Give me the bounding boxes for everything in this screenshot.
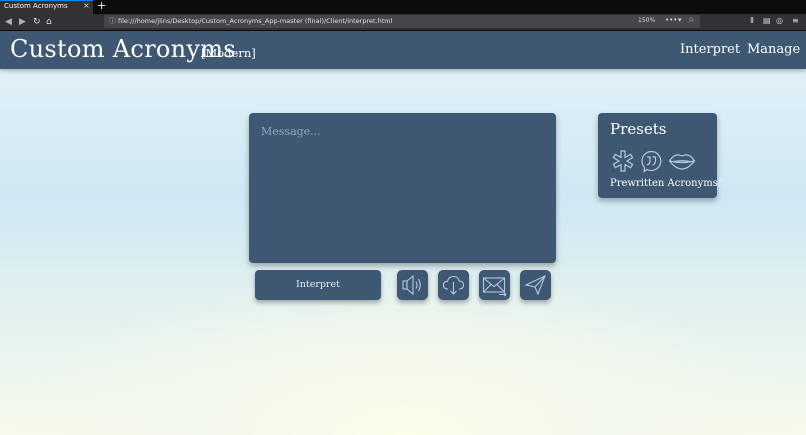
presets-caption: Prewritten Acronyms! [610,178,722,189]
sidebar-icon[interactable]: ▤ [763,16,771,25]
menu-icon[interactable]: ≡ [792,16,799,25]
new-tab-button[interactable]: + [97,0,106,12]
send-button[interactable] [520,270,551,300]
browser-navbar: ◀ ▶ ↻ ⌂ ⓘ file:///home/jlins/Desktop/Cus… [0,14,806,31]
url-bar[interactable]: ⓘ file:///home/jlins/Desktop/Custom_Acro… [104,15,700,28]
home-icon[interactable]: ⌂ [46,16,52,28]
forward-icon[interactable]: ▶ [19,16,26,28]
pocket-icon[interactable]: ▾ [678,16,682,24]
presets-title: Presets [610,120,667,138]
info-icon[interactable]: ⓘ [109,16,116,26]
speak-button[interactable] [397,270,428,300]
app-subtitle: [Modern] [201,46,256,60]
email-button[interactable] [479,270,510,300]
nav-manage[interactable]: Manage [747,42,800,57]
browser-tabstrip: Custom Acronyms × + [0,0,806,14]
overflow-icon[interactable]: ••• [665,16,677,24]
download-button[interactable] [438,270,469,300]
library-icon[interactable]: Ⅱ [750,16,754,25]
message-panel [249,113,556,263]
reload-icon[interactable]: ↻ [33,16,41,28]
bookmark-star-icon[interactable]: ☆ [688,16,694,24]
account-icon[interactable]: ◎ [776,16,783,25]
zoom-level[interactable]: 150% [638,17,655,24]
nav-interpret[interactable]: Interpret [680,42,740,57]
cloud-download-icon [442,275,465,295]
lips-icon[interactable] [668,149,696,173]
quote-bubble-icon[interactable] [639,149,663,173]
tab-close-icon[interactable]: × [83,1,90,10]
speaker-icon [402,274,421,296]
tab-title: Custom Acronyms [4,2,68,10]
interpret-button[interactable]: Interpret [255,270,381,300]
back-icon[interactable]: ◀ [5,16,12,28]
asterisk-icon[interactable] [611,149,635,173]
app-header: Custom Acronyms [Modern] Interpret Manag… [0,31,806,69]
message-input[interactable] [249,113,556,263]
presets-card: Presets Prewritten Acronyms! [598,113,722,198]
browser-tab[interactable]: Custom Acronyms × [0,0,93,14]
email-icon [482,277,507,297]
url-text[interactable]: file:///home/jlins/Desktop/Custom_Acrony… [118,17,392,25]
send-icon [524,274,547,296]
